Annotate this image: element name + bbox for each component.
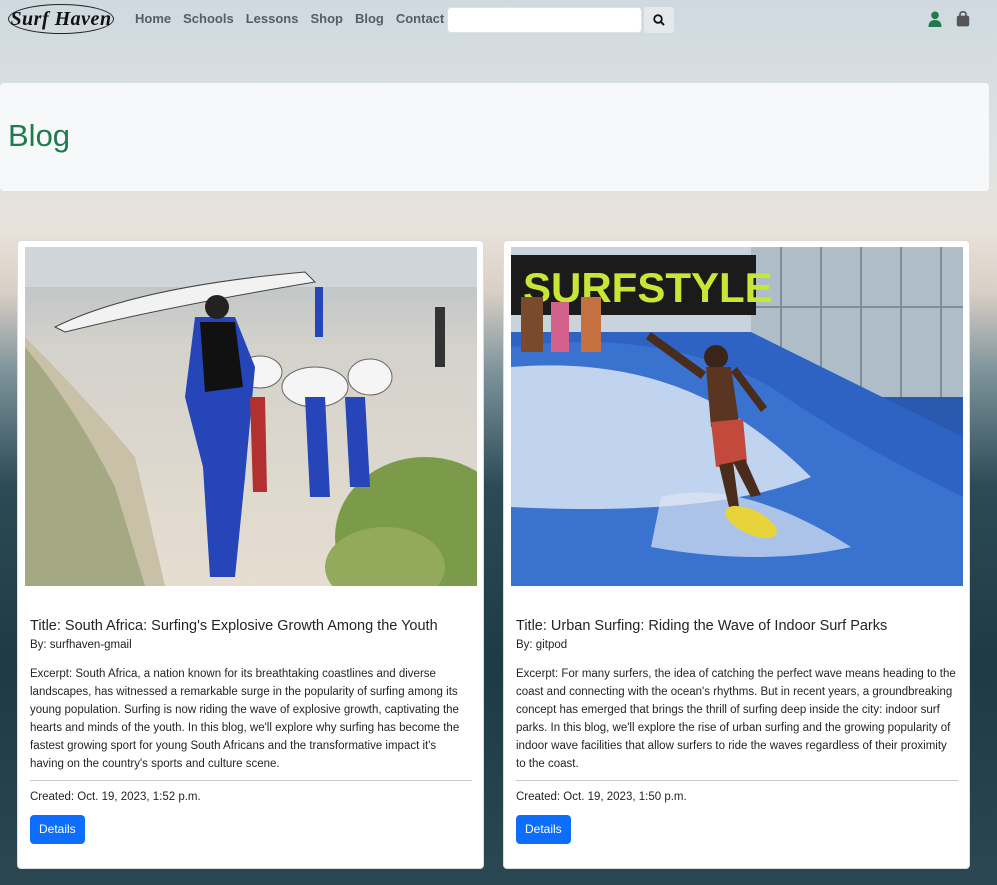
user-icon (928, 11, 942, 27)
divider (516, 780, 958, 781)
post-title: Title: Urban Surfing: Riding the Wave of… (516, 618, 888, 634)
post-excerpt: Excerpt: South Africa, a nation known fo… (30, 668, 460, 770)
details-button[interactable]: Details (30, 815, 85, 844)
nav-link-contact[interactable]: Contact (396, 11, 444, 26)
page-title: Blog (8, 118, 71, 153)
search-button[interactable] (644, 7, 674, 33)
post-created: Created: Oct. 19, 2023, 1:50 p.m. (516, 791, 687, 803)
brand-logo[interactable]: Surf Haven (8, 4, 114, 34)
nav-link-lessons[interactable]: Lessons (246, 11, 299, 26)
search-input[interactable] (447, 7, 642, 33)
navbar: Surf Haven Home Schools Lessons Shop Blo… (0, 0, 997, 40)
search-icon (653, 14, 665, 26)
post-image (25, 247, 477, 586)
post-excerpt: Excerpt: For many surfers, the idea of c… (516, 668, 956, 770)
cart-button[interactable] (956, 10, 970, 32)
nav-link-home[interactable]: Home (135, 11, 171, 26)
nav-link-schools[interactable]: Schools (183, 11, 234, 26)
blog-post-card: Title: South Africa: Surfing's Explosive… (17, 240, 484, 869)
post-created: Created: Oct. 19, 2023, 1:52 p.m. (30, 791, 201, 803)
post-body: Title: South Africa: Surfing's Explosive… (30, 617, 472, 844)
post-image: SURFSTYLE (511, 247, 963, 586)
post-author: By: gitpod (516, 639, 568, 651)
page-header (0, 83, 989, 191)
nav-link-blog[interactable]: Blog (355, 11, 384, 26)
post-body: Title: Urban Surfing: Riding the Wave of… (516, 617, 958, 844)
nav-link-shop[interactable]: Shop (310, 11, 343, 26)
blog-post-card: SURFSTYLE Title: Urban Surfing: Riding t… (503, 240, 970, 869)
shopping-bag-icon (956, 10, 970, 27)
account-button[interactable] (928, 11, 942, 32)
details-button[interactable]: Details (516, 815, 571, 844)
post-author: By: surfhaven-gmail (30, 639, 132, 651)
post-title: Title: South Africa: Surfing's Explosive… (30, 618, 438, 634)
divider (30, 780, 472, 781)
main-nav: Home Schools Lessons Shop Blog Contact (135, 11, 444, 26)
